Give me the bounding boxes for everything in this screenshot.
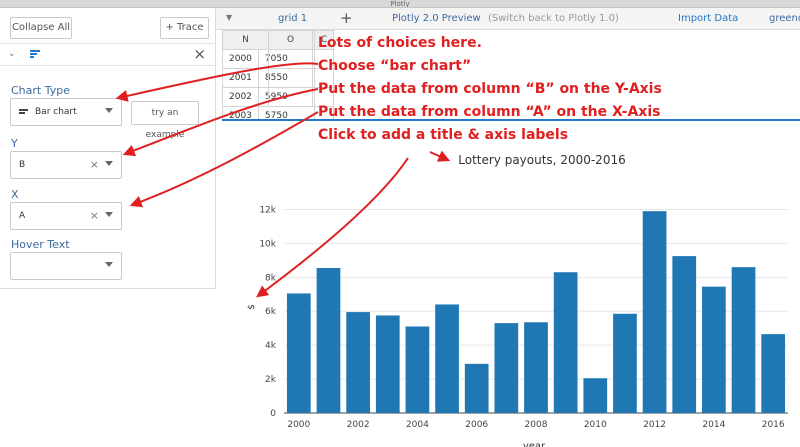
user-name[interactable]: greend xyxy=(769,13,800,24)
column-header[interactable]: O xyxy=(268,30,313,50)
chart-area[interactable]: 0 2k 4k 6k 8k 10k 12k 2000 2002 2004 2006 2008 2010 2… xyxy=(222,121,800,447)
x-tick-label: 2002 xyxy=(347,420,370,430)
x-tick-label: 2016 xyxy=(762,420,785,430)
import-data-button[interactable]: Import Data xyxy=(678,13,738,24)
tab-menu-caret-icon[interactable]: ▼ xyxy=(226,13,232,22)
close-icon[interactable]: × xyxy=(193,45,206,63)
tab-grid-1[interactable]: grid 1 xyxy=(278,13,307,24)
bar xyxy=(642,211,667,413)
collapse-all-button[interactable]: Collapse All xyxy=(10,17,72,39)
bar xyxy=(583,378,608,413)
x-label: X xyxy=(11,188,19,201)
add-trace-button[interactable]: + Trace xyxy=(160,17,209,39)
caret-down-icon xyxy=(105,108,113,113)
bar xyxy=(494,323,519,413)
x-tick-label: 2006 xyxy=(465,420,488,430)
annotation-x-axis: Put the data from column “A” on the X-Ax… xyxy=(318,104,661,120)
clear-icon[interactable]: × xyxy=(90,158,99,171)
table-row xyxy=(222,68,313,88)
bar-chart[interactable]: 0 2k 4k 6k 8k 10k 12k 2000 2002 2004 2006 2008 2010 2… xyxy=(222,121,800,447)
annotation-choices: Lots of choices here. xyxy=(318,35,482,51)
chart-type-select[interactable]: Bar chart xyxy=(10,98,122,126)
plotly-preview-label: Plotly 2.0 Preview xyxy=(392,13,481,24)
window-titlebar: Plotly xyxy=(0,0,800,8)
caret-down-icon xyxy=(105,161,113,166)
y-tick-label: 0 xyxy=(270,409,276,419)
bar xyxy=(613,313,637,413)
caret-down-icon xyxy=(105,262,113,267)
x-tick-label: 2014 xyxy=(702,420,725,430)
window-title: Plotly xyxy=(390,0,410,8)
grid-cell[interactable] xyxy=(222,68,269,88)
y-tick-label: 10k xyxy=(259,239,276,249)
annotation-bar-chart: Choose “bar chart” xyxy=(318,58,472,74)
bar xyxy=(672,256,697,413)
grid-topbar: ▼ grid 1 + Plotly 2.0 Preview (Switch ba… xyxy=(216,8,800,30)
annotation-y-axis: Put the data from column “B” on the Y-Ax… xyxy=(318,81,662,97)
grid-cell[interactable] xyxy=(222,49,269,69)
y-tick-label: 6k xyxy=(265,307,277,317)
x-select[interactable]: A × xyxy=(10,202,122,230)
x-tick-label: 2004 xyxy=(406,420,429,430)
bar xyxy=(316,267,341,413)
bar xyxy=(761,334,786,413)
hover-text-select[interactable] xyxy=(10,252,122,280)
bar-chart-icon xyxy=(19,109,28,116)
chevron-down-icon[interactable]: ⌄ xyxy=(8,49,16,59)
y-axis-label: $ xyxy=(247,304,257,310)
y-value: B xyxy=(19,160,26,170)
bar xyxy=(731,267,756,413)
try-example-button[interactable]: try an example xyxy=(131,101,199,140)
grid-cell[interactable] xyxy=(268,68,313,88)
y-select[interactable]: B × xyxy=(10,151,122,179)
hover-text-label: Hover Text xyxy=(11,238,70,251)
chart-type-value: Bar chart xyxy=(35,107,77,117)
x-tick-label: 2000 xyxy=(287,420,310,430)
bar xyxy=(464,363,489,413)
column-header[interactable]: N xyxy=(222,30,269,50)
y-tick-label: 2k xyxy=(265,375,277,385)
trace-header[interactable]: ⌄ × xyxy=(0,44,216,66)
x-tick-label: 2012 xyxy=(643,420,666,430)
bar-chart-icon xyxy=(30,50,40,59)
grid-cell[interactable]: 2003 xyxy=(222,106,259,120)
caret-down-icon xyxy=(105,212,113,217)
x-value: A xyxy=(19,211,26,221)
x-tick-label: 2010 xyxy=(584,420,607,430)
y-label: Y xyxy=(11,137,18,150)
sidebar: Collapse All + Trace ⌄ × Chart Type Bar … xyxy=(0,8,216,289)
bar xyxy=(702,286,726,413)
bar xyxy=(375,315,400,413)
sidebar-toolbar: Collapse All + Trace xyxy=(0,8,216,44)
add-tab-button[interactable]: + xyxy=(340,9,353,27)
switch-back-link[interactable]: (Switch back to Plotly 1.0) xyxy=(488,13,619,24)
clear-icon[interactable]: × xyxy=(90,209,99,222)
bar xyxy=(435,304,459,413)
annotation-title: Click to add a title & axis labels xyxy=(318,127,569,143)
chart-type-label: Chart Type xyxy=(11,84,70,97)
grid-cell[interactable] xyxy=(222,87,269,107)
grid-cell[interactable] xyxy=(268,49,313,69)
table-row xyxy=(222,87,313,107)
grid-cell[interactable] xyxy=(268,87,313,107)
y-tick-label: 12k xyxy=(259,205,276,215)
grid-cell[interactable]: 5750 xyxy=(257,106,315,120)
y-tick-label: 8k xyxy=(265,273,277,283)
bar xyxy=(553,272,578,413)
grid-table-right: NO xyxy=(222,30,313,107)
table-row xyxy=(222,49,313,69)
bar xyxy=(346,312,370,413)
x-axis-label: year xyxy=(523,441,546,447)
x-tick-label: 2008 xyxy=(525,420,548,430)
chart-title: Lottery payouts, 2000-2016 xyxy=(458,153,625,167)
bar xyxy=(286,293,311,413)
y-tick-label: 4k xyxy=(265,341,277,351)
bar xyxy=(524,322,548,413)
bar xyxy=(405,326,430,413)
